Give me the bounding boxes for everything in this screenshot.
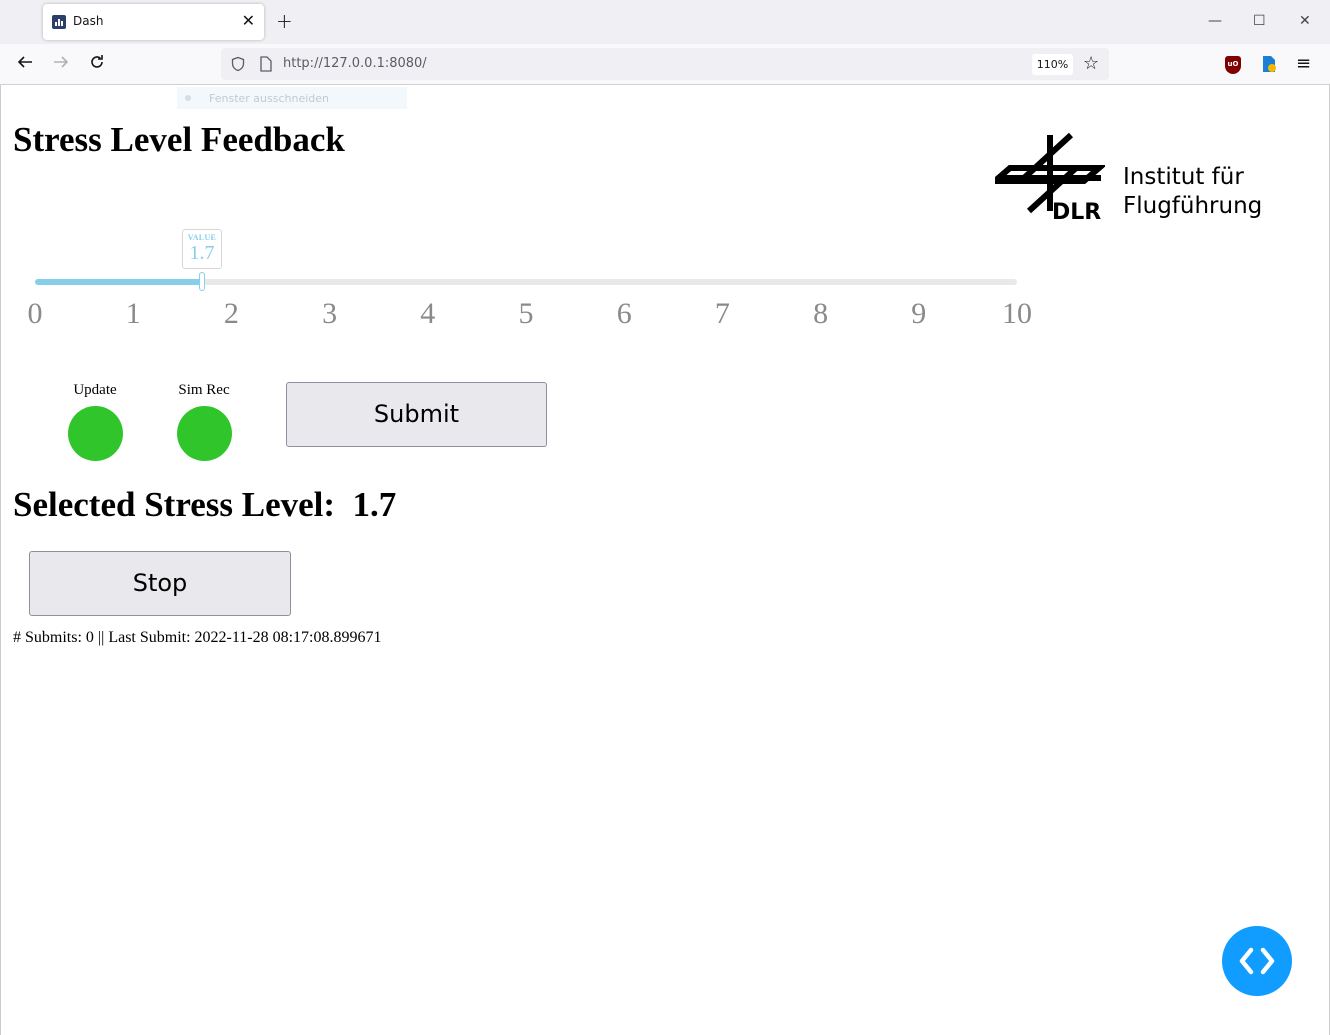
stress-slider[interactable]: VALUE 1.7 xyxy=(35,229,1017,291)
url-bar[interactable]: http://127.0.0.1:8080/ 110% ☆ xyxy=(221,48,1109,80)
update-status-dot xyxy=(67,406,123,461)
slider-track-fill xyxy=(35,279,202,285)
reload-icon[interactable] xyxy=(85,53,109,77)
bookmark-star-icon[interactable]: ☆ xyxy=(1083,53,1099,75)
tab-bar: Dash ✕ + — ☐ ✕ xyxy=(0,0,1330,44)
dlr-brand-text: DLR xyxy=(1052,200,1101,225)
back-icon[interactable] xyxy=(13,53,37,77)
dlr-emblem-icon: DLR xyxy=(986,132,1108,225)
sim-rec-indicator-label: Sim Rec xyxy=(178,382,230,398)
new-tab-button[interactable]: + xyxy=(276,10,293,32)
slider-value-tooltip: VALUE 1.7 xyxy=(181,229,222,269)
dash-favicon-icon xyxy=(52,15,66,29)
forward-icon[interactable] xyxy=(49,53,73,77)
stop-button[interactable]: Stop xyxy=(29,551,291,616)
page-info-icon[interactable] xyxy=(259,56,273,76)
url-text[interactable]: http://127.0.0.1:8080/ xyxy=(283,56,427,71)
sim-rec-status-dot xyxy=(176,406,232,461)
logo-line-1: Institut für xyxy=(1123,164,1244,190)
tab-close-icon[interactable]: ✕ xyxy=(242,11,255,31)
slider-tick-label: 5 xyxy=(518,297,534,330)
page-title: Stress Level Feedback xyxy=(13,120,345,159)
browser-tab[interactable]: Dash ✕ xyxy=(43,4,264,40)
logo-text: Institut für Flugführung xyxy=(1123,163,1262,221)
ghost-tooltip-text: Fenster ausschneiden xyxy=(209,92,330,105)
code-brackets-icon xyxy=(1239,947,1275,975)
tooltip-dot-icon xyxy=(185,95,191,101)
slider-tick-label: 7 xyxy=(714,297,730,330)
slider-tick-label: 3 xyxy=(322,297,338,330)
close-window-button[interactable]: ✕ xyxy=(1299,12,1311,30)
update-indicator: Update xyxy=(55,382,135,461)
slider-value-caption: VALUE xyxy=(187,233,217,242)
extension-icon[interactable] xyxy=(1261,55,1277,73)
maximize-button[interactable]: ☐ xyxy=(1253,12,1266,30)
tab-title: Dash xyxy=(73,14,104,28)
ublock-extension-icon[interactable]: uO xyxy=(1225,56,1241,74)
dash-debug-button[interactable] xyxy=(1222,926,1292,996)
selected-stress-level: Selected Stress Level: 1.7 xyxy=(13,485,397,524)
slider-tick-label: 0 xyxy=(27,297,43,330)
slider-tick-label: 10 xyxy=(1002,297,1032,330)
minimize-button[interactable]: — xyxy=(1208,12,1222,30)
nav-bar: http://127.0.0.1:8080/ 110% ☆ uO ≡ xyxy=(0,44,1330,85)
zoom-level-badge[interactable]: 110% xyxy=(1032,54,1073,75)
slider-tick-label: 9 xyxy=(911,297,927,330)
submit-button[interactable]: Submit xyxy=(286,382,547,447)
dlr-logo: DLR Institut für Flugführung xyxy=(986,131,1275,226)
update-indicator-label: Update xyxy=(73,382,117,398)
slider-tick-label: 6 xyxy=(616,297,632,330)
sim-rec-indicator: Sim Rec xyxy=(164,382,244,461)
submit-status: # Submits: 0 || Last Submit: 2022-11-28 … xyxy=(13,629,382,646)
logo-line-2: Flugführung xyxy=(1123,193,1263,219)
slider-handle[interactable] xyxy=(198,272,205,291)
slider-tick-label: 8 xyxy=(813,297,829,330)
slider-tick-label: 1 xyxy=(125,297,141,330)
ghost-tooltip: Fenster ausschneiden xyxy=(177,87,407,109)
page-content: Fenster ausschneiden Stress Level Feedba… xyxy=(0,85,1330,1035)
slider-value: 1.7 xyxy=(189,242,215,264)
tracking-shield-icon[interactable] xyxy=(230,56,246,76)
slider-tick-label: 4 xyxy=(420,297,436,330)
slider-tick-label: 2 xyxy=(223,297,239,330)
hamburger-menu-icon[interactable]: ≡ xyxy=(1296,53,1311,75)
